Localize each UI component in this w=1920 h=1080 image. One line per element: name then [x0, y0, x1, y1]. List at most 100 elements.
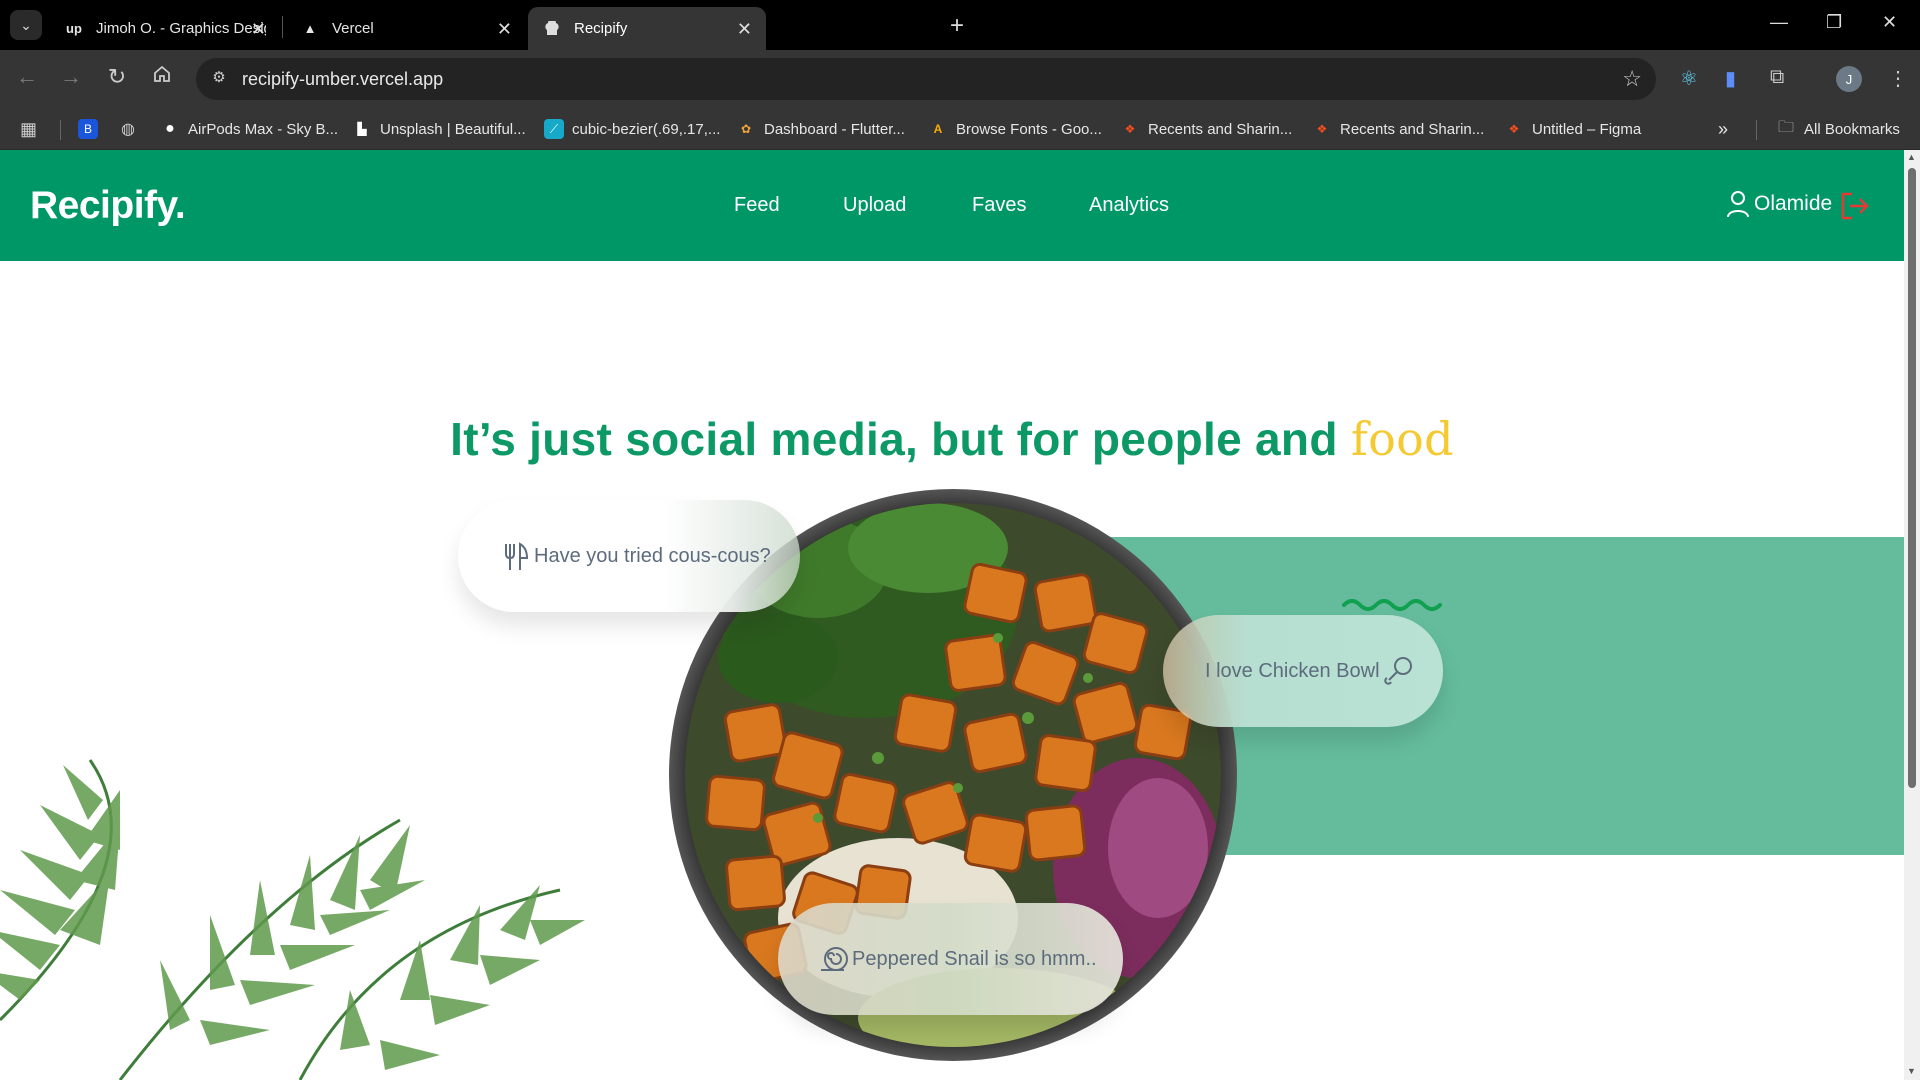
- minimize-button[interactable]: —: [1770, 12, 1788, 33]
- hero-title-main: It’s just social media, but for people a…: [450, 413, 1338, 465]
- all-bookmarks-label: All Bookmarks: [1804, 120, 1900, 138]
- url-text: recipify-umber.vercel.app: [242, 69, 444, 89]
- close-icon[interactable]: ✕: [497, 19, 512, 40]
- bubble-text: Have you tried cous-cous?: [534, 544, 771, 567]
- home-button[interactable]: [147, 64, 177, 90]
- bookmark-item[interactable]: ❖ Recents and Sharin...: [1312, 116, 1485, 142]
- tab-vercel[interactable]: ▲ Vercel ✕: [286, 7, 526, 50]
- bookmark-item[interactable]: ● AirPods Max - Sky B...: [160, 116, 338, 142]
- back-button[interactable]: ←: [12, 64, 42, 90]
- bookmark-label: Recents and Sharin...: [1148, 120, 1293, 138]
- nav-upload[interactable]: Upload: [843, 194, 906, 217]
- tab-upwork[interactable]: up Jimoh O. - Graphics Designer | U ✕: [50, 7, 280, 50]
- cubic-bezier-icon: ⟋: [544, 119, 564, 139]
- hero-title: It’s just social media, but for people a…: [0, 412, 1904, 466]
- bookmark-item[interactable]: A Browse Fonts - Goo...: [928, 116, 1102, 142]
- tab-strip: ⌄ up Jimoh O. - Graphics Designer | U ✕ …: [0, 0, 1920, 50]
- fork-knife-icon: [505, 542, 529, 570]
- user-icon: [1727, 191, 1749, 218]
- nav-faves[interactable]: Faves: [972, 194, 1026, 217]
- bookmark-item[interactable]: ❖ Untitled – Figma: [1504, 116, 1642, 142]
- hero-title-accent: food: [1350, 412, 1454, 466]
- chat-bubble-snail: Peppered Snail is so hmm..: [778, 903, 1123, 1015]
- tab-recipify[interactable]: Recipify ✕: [528, 7, 766, 50]
- bookmark-label: AirPods Max - Sky B...: [188, 120, 339, 138]
- upwork-icon: up: [66, 21, 82, 36]
- browser-toolbar: ← → ↻ ⚙ recipify-umber.vercel.app ☆ ⚛ ▮ …: [0, 50, 1920, 108]
- bookmark-label: Dashboard - Flutter...: [764, 120, 905, 138]
- home-icon: [154, 65, 170, 82]
- bookmark-divider: [60, 120, 61, 140]
- apps-grid-icon: ▦: [20, 118, 38, 139]
- scroll-up-icon[interactable]: ▲: [1907, 152, 1916, 162]
- bookmark-item[interactable]: ▙ Unsplash | Beautiful...: [352, 116, 526, 142]
- extension-icon[interactable]: ▮: [1725, 66, 1736, 91]
- globe-icon: ◍: [121, 121, 135, 138]
- recipify-icon: [542, 20, 562, 37]
- figma-icon: ❖: [1124, 122, 1136, 136]
- bookmark-divider: [1756, 120, 1757, 140]
- tab-divider: [282, 16, 283, 38]
- bubble-text: I love Chicken Bowl: [1205, 659, 1380, 682]
- window-close-button[interactable]: ✕: [1882, 12, 1897, 33]
- bookmark-item[interactable]: ❖ Recents and Sharin...: [1120, 116, 1293, 142]
- more-bookmarks-button[interactable]: »: [1718, 116, 1728, 142]
- unsplash-icon: ▙: [357, 122, 367, 136]
- menu-kebab-icon[interactable]: ⋮: [1888, 66, 1908, 91]
- tab-title: Jimoh O. - Graphics Designer | U: [96, 20, 266, 37]
- close-icon[interactable]: ✕: [251, 19, 266, 40]
- flutterflow-icon: ✿: [740, 122, 752, 136]
- squiggle-underline: [1342, 599, 1442, 611]
- chevron-down-icon: ⌄: [20, 16, 32, 33]
- logout-icon[interactable]: [1840, 192, 1870, 220]
- bookmarks-bar: ▦ B ◍ ● AirPods Max - Sky B... ▙ Unsplash …: [0, 108, 1920, 150]
- react-devtools-icon[interactable]: ⚛: [1680, 66, 1698, 91]
- bookmark-label: Unsplash | Beautiful...: [380, 120, 526, 138]
- bubble-text: Peppered Snail is so hmm..: [852, 947, 1097, 970]
- folder-icon: 🗀: [1777, 118, 1794, 136]
- site-info-icon[interactable]: ⚙: [208, 68, 230, 90]
- palm-leaves-image: [0, 759, 585, 1080]
- page-viewport: Recipify. Feed Upload Faves Analytics Ol…: [0, 150, 1904, 1080]
- site-header: Recipify. Feed Upload Faves Analytics Ol…: [0, 150, 1904, 261]
- nav-feed[interactable]: Feed: [734, 194, 780, 217]
- reload-button[interactable]: ↻: [102, 64, 132, 90]
- scroll-down-icon[interactable]: ▼: [1907, 1066, 1916, 1076]
- nav-analytics[interactable]: Analytics: [1089, 194, 1169, 217]
- scroll-thumb[interactable]: [1908, 168, 1916, 788]
- bookmark-globe[interactable]: ◍: [118, 116, 146, 142]
- b-icon: B: [78, 119, 98, 139]
- bookmark-b[interactable]: B: [78, 116, 106, 142]
- close-icon[interactable]: ✕: [737, 19, 752, 40]
- profile-avatar[interactable]: J: [1836, 66, 1862, 92]
- restore-button[interactable]: ❐: [1826, 12, 1842, 33]
- bookmark-item[interactable]: ⟋ cubic-bezier(.69,.17,...: [544, 116, 720, 142]
- bookmark-label: cubic-bezier(.69,.17,...: [572, 120, 721, 138]
- bookmark-label: Browse Fonts - Goo...: [956, 120, 1102, 138]
- user-profile-link[interactable]: Olamide: [1726, 190, 1832, 218]
- new-tab-button[interactable]: +: [950, 12, 964, 40]
- figma-icon: ❖: [1316, 122, 1328, 136]
- user-name: Olamide: [1754, 192, 1833, 215]
- google-fonts-icon: A: [933, 122, 943, 136]
- page-scrollbar[interactable]: ▲ ▼: [1904, 150, 1920, 1080]
- all-bookmarks-button[interactable]: 🗀 All Bookmarks: [1776, 116, 1900, 142]
- apps-button[interactable]: ▦: [20, 116, 37, 142]
- tab-title: Recipify: [574, 20, 628, 37]
- drumstick-icon: [1383, 657, 1412, 685]
- forward-button[interactable]: →: [56, 64, 86, 90]
- address-bar[interactable]: ⚙ recipify-umber.vercel.app ☆: [196, 58, 1656, 100]
- site-logo[interactable]: Recipify.: [30, 184, 186, 228]
- bookmark-item[interactable]: ✿ Dashboard - Flutter...: [736, 116, 905, 142]
- tab-title: Vercel: [332, 20, 374, 37]
- bookmark-label: Untitled – Figma: [1532, 120, 1642, 138]
- bookmark-star-icon[interactable]: ☆: [1622, 66, 1642, 92]
- vercel-icon: ▲: [303, 21, 317, 36]
- extensions-puzzle-icon[interactable]: ⧉: [1770, 66, 1784, 89]
- apple-icon: ●: [165, 120, 175, 137]
- chat-bubble-chicken: I love Chicken Bowl: [1163, 615, 1443, 727]
- bookmark-label: Recents and Sharin...: [1340, 120, 1485, 138]
- chat-bubble-couscous: Have you tried cous-cous?: [458, 500, 800, 612]
- tab-search-button[interactable]: ⌄: [10, 10, 42, 40]
- figma-icon: ❖: [1508, 122, 1520, 136]
